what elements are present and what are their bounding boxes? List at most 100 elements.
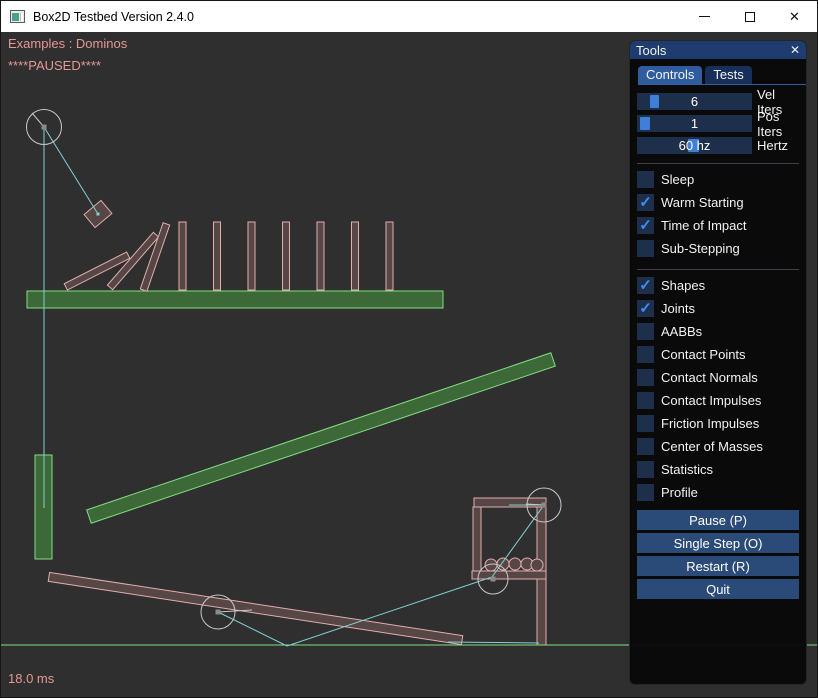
- dynamic-body[interactable]: [214, 222, 221, 290]
- anchor-dot: [216, 610, 221, 615]
- close-icon: ✕: [789, 10, 800, 23]
- checkbox-sub-stepping[interactable]: Sub-Stepping: [637, 237, 799, 260]
- joint-line: [218, 612, 287, 646]
- slider-row-hertz: 60 hz Hertz: [637, 137, 799, 154]
- anchor-dot: [491, 577, 496, 582]
- checkbox-box[interactable]: ✓: [637, 300, 654, 317]
- checkbox-contact-impulses[interactable]: Contact Impulses: [637, 389, 799, 412]
- tab-tests[interactable]: Tests: [705, 66, 751, 84]
- button-restart-r[interactable]: Restart (R): [637, 556, 799, 576]
- checkbox-box[interactable]: [637, 346, 654, 363]
- minimize-button[interactable]: [682, 1, 727, 32]
- checkbox-sleep[interactable]: Sleep: [637, 168, 799, 191]
- dynamic-body[interactable]: [473, 507, 481, 577]
- checkbox-box[interactable]: [637, 323, 654, 340]
- dynamic-body[interactable]: [352, 222, 359, 290]
- dynamic-body[interactable]: [283, 222, 290, 290]
- checkbox-profile[interactable]: Profile: [637, 481, 799, 504]
- checkbox-contact-points[interactable]: Contact Points: [637, 343, 799, 366]
- checkbox-aabbs[interactable]: AABBs: [637, 320, 799, 343]
- checkbox-label: Contact Points: [661, 347, 746, 362]
- dynamic-body[interactable]: [386, 222, 393, 290]
- checkbox-center-of-masses[interactable]: Center of Masses: [637, 435, 799, 458]
- checkbox-label: Contact Normals: [661, 370, 758, 385]
- paused-label: ****PAUSED****: [8, 58, 101, 73]
- checkbox-box[interactable]: [637, 171, 654, 188]
- checkbox-label: AABBs: [661, 324, 702, 339]
- slider-hertz[interactable]: 60 hz: [637, 137, 752, 154]
- checkbox-box[interactable]: [637, 392, 654, 409]
- joint-line: [44, 127, 98, 214]
- checkbox-box[interactable]: [637, 438, 654, 455]
- app-icon-white: [20, 13, 23, 21]
- checkbox-warm-starting[interactable]: ✓ Warm Starting: [637, 191, 799, 214]
- button-group: Pause (P) Single Step (O) Restart (R) Quit: [637, 510, 799, 599]
- checkbox-friction-impulses[interactable]: Friction Impulses: [637, 412, 799, 435]
- window-controls: ✕: [682, 1, 817, 32]
- close-button[interactable]: ✕: [772, 1, 817, 32]
- dynamic-body[interactable]: [179, 222, 186, 290]
- tab-controls[interactable]: Controls: [638, 66, 702, 84]
- checkbox-time-of-impact[interactable]: ✓ Time of Impact: [637, 214, 799, 237]
- slider-vel-iters[interactable]: 6: [637, 93, 752, 110]
- dynamic-body[interactable]: [317, 222, 324, 290]
- panel-body: 6Vel Iters 1 Pos Iters 60 hz Hertz Sleep ✓ War…: [630, 93, 806, 599]
- checkbox-box[interactable]: [637, 369, 654, 386]
- slider-value: 60 hz: [637, 138, 752, 153]
- joint-anchor-dot: [97, 213, 100, 216]
- anchor-dot: [42, 125, 47, 130]
- tab-bar: ControlsTests: [638, 66, 806, 85]
- checkbox-label: Warm Starting: [661, 195, 744, 210]
- simulation-area[interactable]: Examples : Dominos ****PAUSED**** 18.0 m…: [1, 32, 817, 697]
- checkbox-group: Sleep ✓ Warm Starting ✓ Time of Impact Sub-St…: [637, 163, 799, 504]
- checkbox-label: Joints: [661, 301, 695, 316]
- checkbox-label: Statistics: [661, 462, 713, 477]
- slider-value: 6: [637, 94, 752, 109]
- slider-label: Hertz: [757, 138, 788, 153]
- checkbox-label: Time of Impact: [661, 218, 746, 233]
- checkbox-box[interactable]: [637, 415, 654, 432]
- separator: [637, 163, 799, 164]
- checkbox-label: Profile: [661, 485, 698, 500]
- frame-time-label: 18.0 ms: [8, 671, 54, 686]
- button-single-step-o[interactable]: Single Step (O): [637, 533, 799, 553]
- checkbox-label: Friction Impulses: [661, 416, 759, 431]
- checkbox-box[interactable]: [637, 240, 654, 257]
- checkbox-statistics[interactable]: Statistics: [637, 458, 799, 481]
- dynamic-body[interactable]: [472, 571, 546, 579]
- panel-close-icon[interactable]: ✕: [790, 44, 800, 56]
- checkbox-label: Shapes: [661, 278, 705, 293]
- checkbox-shapes[interactable]: ✓ Shapes: [637, 274, 799, 297]
- checkbox-joints[interactable]: ✓ Joints: [637, 297, 799, 320]
- app-window: Box2D Testbed Version 2.4.0 ✕ Examples :…: [0, 0, 818, 698]
- maximize-button[interactable]: [727, 1, 772, 32]
- checkbox-contact-normals[interactable]: Contact Normals: [637, 366, 799, 389]
- slider-pos-iters[interactable]: 1: [637, 115, 752, 132]
- checkbox-label: Sleep: [661, 172, 694, 187]
- static-body: [27, 291, 443, 308]
- checkbox-box[interactable]: [637, 461, 654, 478]
- slider-group: 6Vel Iters 1 Pos Iters 60 hz Hertz: [637, 93, 799, 154]
- checkbox-box[interactable]: ✓: [637, 194, 654, 211]
- checkbox-label: Contact Impulses: [661, 393, 761, 408]
- button-pause-p[interactable]: Pause (P): [637, 510, 799, 530]
- checkbox-box[interactable]: ✓: [637, 277, 654, 294]
- checkbox-label: Sub-Stepping: [661, 241, 740, 256]
- slider-row-vel-iters: 6Vel Iters: [637, 93, 799, 110]
- dynamic-body[interactable]: [140, 223, 169, 291]
- window-title: Box2D Testbed Version 2.4.0: [33, 10, 682, 24]
- dynamic-body[interactable]: [48, 572, 463, 644]
- ball-body[interactable]: [531, 559, 543, 571]
- maximize-icon: [745, 12, 755, 22]
- tools-panel-title: Tools: [636, 43, 666, 58]
- slider-value: 1: [637, 116, 752, 131]
- checkbox-box[interactable]: ✓: [637, 217, 654, 234]
- checkbox-box[interactable]: [637, 484, 654, 501]
- app-icon-teal: [12, 13, 19, 21]
- dynamic-body[interactable]: [474, 498, 546, 507]
- dynamic-body[interactable]: [248, 222, 255, 290]
- slider-label: Pos Iters: [757, 109, 799, 139]
- button-quit[interactable]: Quit: [637, 579, 799, 599]
- tools-panel-titlebar[interactable]: Tools ✕: [630, 41, 806, 59]
- ball-body[interactable]: [509, 558, 521, 570]
